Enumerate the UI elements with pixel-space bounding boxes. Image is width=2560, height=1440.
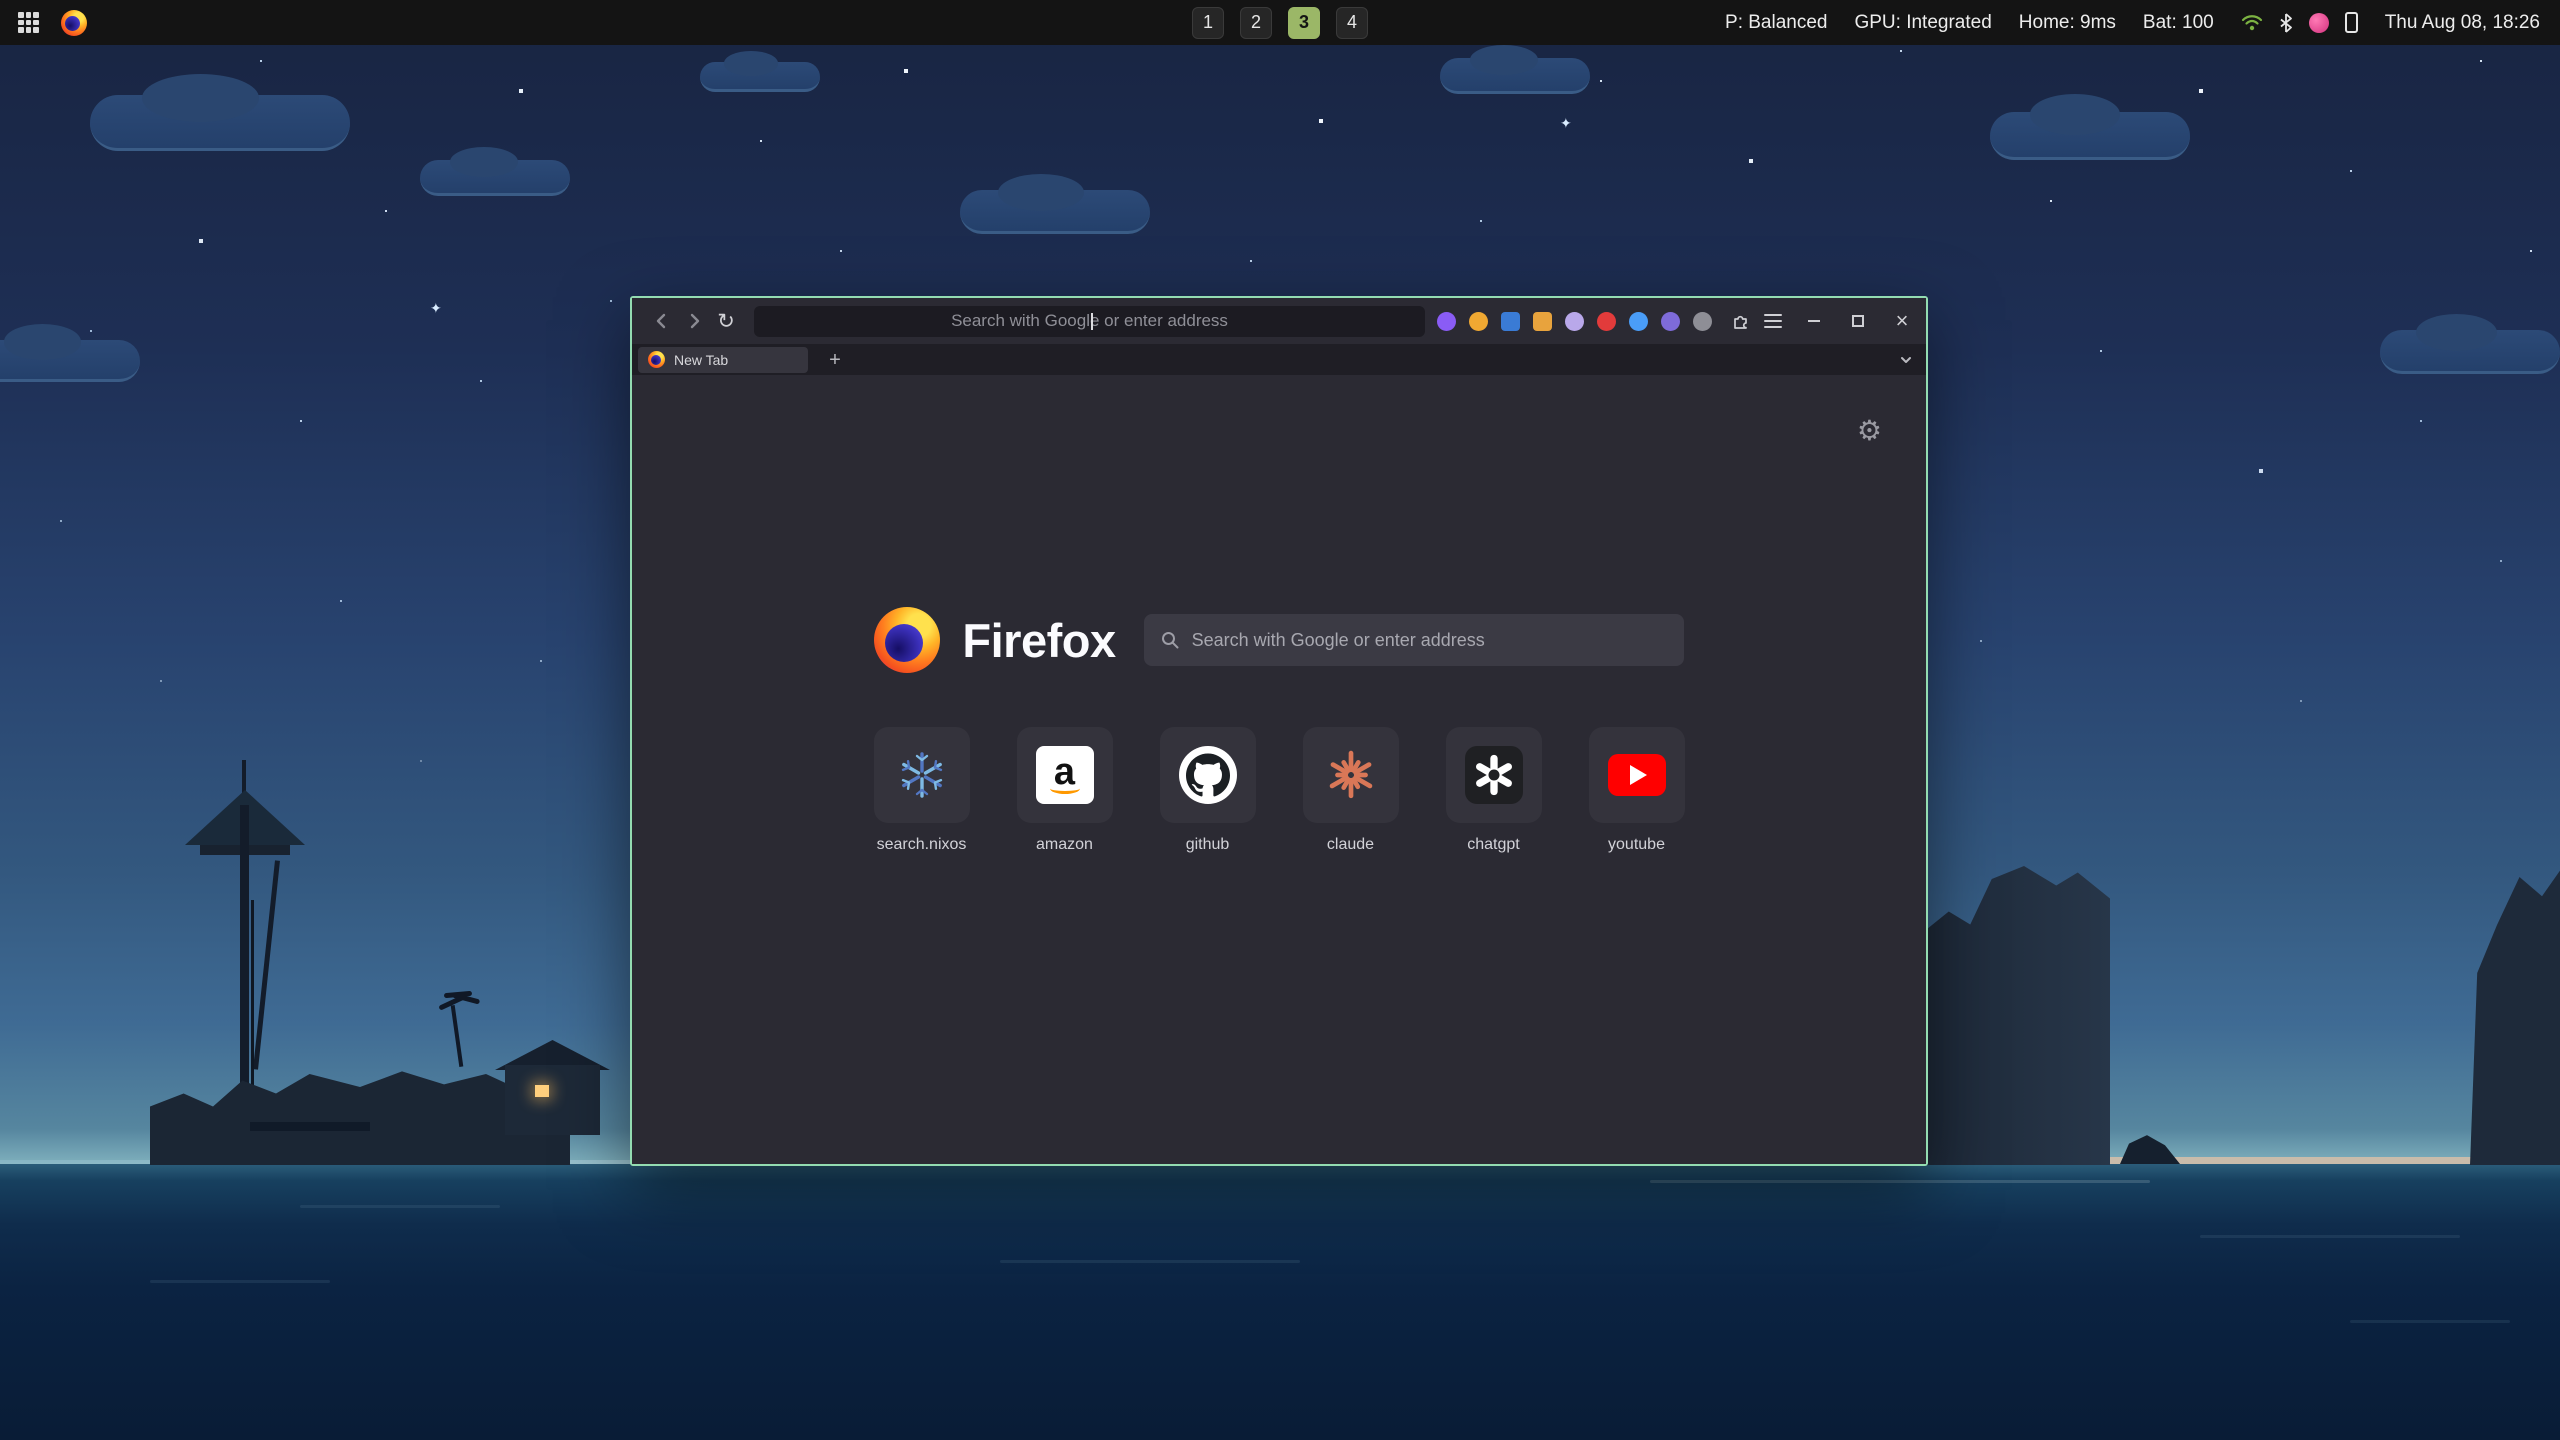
extension-icon-6[interactable] [1597, 312, 1616, 331]
newtab-search-bar[interactable] [1144, 614, 1684, 666]
wave [300, 1205, 500, 1208]
power-profile-status: P: Balanced [1725, 12, 1827, 34]
wifi-icon[interactable] [2241, 14, 2263, 32]
cloud [420, 160, 570, 196]
wave [150, 1280, 330, 1283]
extension-icon-8[interactable] [1661, 312, 1680, 331]
shortcut-youtube[interactable]: youtube [1589, 727, 1685, 854]
extension-icon-2[interactable] [1469, 312, 1488, 331]
workspace-button-3[interactable]: 3 [1288, 7, 1320, 39]
extensions-puzzle-icon[interactable] [1728, 308, 1754, 334]
nixos-snowflake-icon [896, 749, 948, 801]
extension-icon-1[interactable] [1437, 312, 1456, 331]
extension-icon-7[interactable] [1629, 312, 1648, 331]
media-app-icon[interactable] [2309, 13, 2329, 33]
battery-status: Bat: 100 [2143, 12, 2214, 34]
tab-title: New Tab [674, 352, 728, 368]
workspace-button-4[interactable]: 4 [1336, 7, 1368, 39]
workspace-button-2[interactable]: 2 [1240, 7, 1272, 39]
close-button[interactable]: × [1892, 311, 1912, 331]
sparkle-star: ✦ [1560, 115, 1572, 132]
search-icon [1160, 630, 1180, 650]
gpu-status: GPU: Integrated [1854, 12, 1991, 34]
cloud [960, 190, 1150, 234]
cloud [0, 340, 140, 382]
browser-toolbar: ↻ × [632, 298, 1926, 344]
shortcut-github[interactable]: github [1160, 727, 1256, 854]
wave [1000, 1260, 1300, 1263]
workspace-button-1[interactable]: 1 [1192, 7, 1224, 39]
firefox-wordmark: Firefox [962, 613, 1115, 668]
shortcut-label: claude [1327, 836, 1374, 854]
list-all-tabs-icon[interactable] [1898, 352, 1914, 368]
beach-reflection [1650, 1180, 2150, 1183]
workspace-switcher: 1 2 3 4 [1192, 7, 1368, 39]
shortcut-label: search.nixos [877, 836, 967, 854]
window-controls: × [1804, 311, 1912, 331]
chatgpt-icon [1465, 746, 1523, 804]
shortcut-tiles: search.nixos a amazon [874, 727, 1685, 854]
extension-icon-4[interactable] [1533, 312, 1552, 331]
amazon-icon: a [1036, 746, 1094, 804]
claude-icon [1326, 750, 1376, 800]
cloud [1440, 58, 1590, 94]
forward-button[interactable] [678, 305, 710, 337]
tab-bar: New Tab + [632, 344, 1926, 375]
menu-icon[interactable] [1760, 308, 1786, 334]
tab-new-tab[interactable]: New Tab [638, 347, 808, 373]
new-tab-page: ⚙ Firefox [632, 375, 1926, 1164]
newtab-hero: Firefox [874, 607, 1683, 673]
url-input[interactable] [754, 306, 1425, 337]
cloud [1990, 112, 2190, 160]
shortcut-claude[interactable]: claude [1303, 727, 1399, 854]
newtab-search-input[interactable] [1192, 630, 1668, 651]
youtube-icon [1608, 754, 1666, 796]
clock: Thu Aug 08, 18:26 [2385, 12, 2540, 34]
extensions-row [1437, 312, 1712, 331]
firefox-launcher-icon[interactable] [61, 10, 87, 36]
maximize-button[interactable] [1848, 311, 1868, 331]
url-bar[interactable] [754, 306, 1425, 337]
github-icon [1179, 746, 1237, 804]
settings-gear-icon[interactable]: ⚙ [1857, 417, 1882, 445]
bluetooth-icon[interactable] [2279, 13, 2293, 33]
lit-window [535, 1085, 549, 1097]
hut [505, 1065, 600, 1135]
wave [2200, 1235, 2460, 1238]
firefox-logo [874, 607, 940, 673]
cloud [90, 95, 350, 151]
sparkle-star: ✦ [430, 300, 442, 317]
minimize-button[interactable] [1804, 311, 1824, 331]
extension-icon-5[interactable] [1565, 312, 1584, 331]
shortcut-label: amazon [1036, 836, 1093, 854]
shortcut-amazon[interactable]: a amazon [1017, 727, 1113, 854]
cloud [2380, 330, 2560, 374]
status-bar: 1 2 3 4 P: Balanced GPU: Integrated Home… [0, 0, 2560, 45]
shortcut-label: youtube [1608, 836, 1665, 854]
shortcut-chatgpt[interactable]: chatgpt [1446, 727, 1542, 854]
wave [2350, 1320, 2510, 1323]
shortcut-search-nixos[interactable]: search.nixos [874, 727, 970, 854]
back-button[interactable] [646, 305, 678, 337]
firefox-favicon [648, 351, 665, 368]
ping-status: Home: 9ms [2019, 12, 2116, 34]
phone-icon[interactable] [2345, 12, 2358, 33]
firefox-window: ↻ × [630, 296, 1928, 1166]
reload-button[interactable]: ↻ [710, 305, 742, 337]
shortcut-label: github [1186, 836, 1230, 854]
extension-icon-3[interactable] [1501, 312, 1520, 331]
cloud [700, 62, 820, 92]
shortcut-label: chatgpt [1467, 836, 1519, 854]
app-launcher-icon[interactable] [18, 12, 39, 33]
text-caret [1091, 313, 1093, 330]
extension-icon-9[interactable] [1693, 312, 1712, 331]
pier [250, 1122, 370, 1131]
new-tab-button[interactable]: + [822, 348, 848, 372]
watchtower-mast [240, 805, 249, 1085]
